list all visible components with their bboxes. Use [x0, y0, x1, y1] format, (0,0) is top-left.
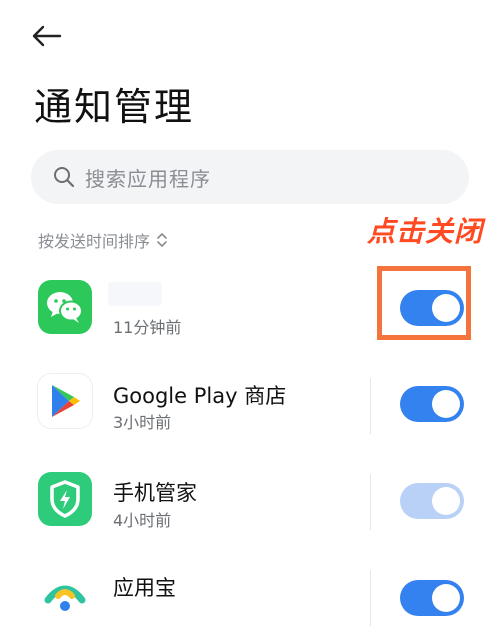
- app-time: 11分钟前: [113, 318, 182, 337]
- blurred-app-name: [108, 282, 162, 306]
- app-name: 应用宝: [113, 576, 176, 600]
- sort-chevrons-icon: [157, 233, 167, 247]
- divider: [370, 378, 371, 434]
- phone-manager-shield-icon: [38, 472, 92, 526]
- divider: [370, 474, 371, 530]
- toggle-knob: [432, 390, 460, 418]
- page-title: 通知管理: [34, 85, 195, 129]
- search-placeholder: 搜索应用程序: [85, 166, 211, 191]
- highlight-box: [377, 266, 471, 340]
- app-name: Google Play 商店: [113, 384, 287, 408]
- back-arrow-icon: [32, 25, 62, 47]
- annotation-text: 点击关闭: [367, 215, 484, 248]
- notification-toggle[interactable]: [400, 580, 464, 616]
- app-time: 4小时前: [113, 511, 172, 530]
- google-play-icon: [38, 374, 92, 428]
- search-input[interactable]: 搜索应用程序: [31, 150, 469, 204]
- divider: [370, 570, 371, 626]
- list-item[interactable]: 手机管家 4小时前: [0, 456, 500, 546]
- yingyongbao-icon: [38, 570, 92, 624]
- toggle-knob: [432, 584, 460, 612]
- back-button[interactable]: [30, 20, 70, 52]
- app-name: 手机管家: [113, 481, 197, 505]
- list-item[interactable]: Google Play 商店 3小时前: [0, 360, 500, 450]
- toggle-knob: [432, 487, 460, 515]
- wechat-icon: [38, 280, 92, 334]
- notification-toggle[interactable]: [400, 386, 464, 422]
- app-time: 3小时前: [113, 413, 172, 432]
- notification-toggle[interactable]: [400, 483, 464, 519]
- sort-button[interactable]: 按发送时间排序: [38, 228, 168, 252]
- sort-label: 按发送时间排序: [38, 232, 151, 251]
- list-item[interactable]: 应用宝: [0, 552, 500, 642]
- search-icon: [53, 166, 75, 188]
